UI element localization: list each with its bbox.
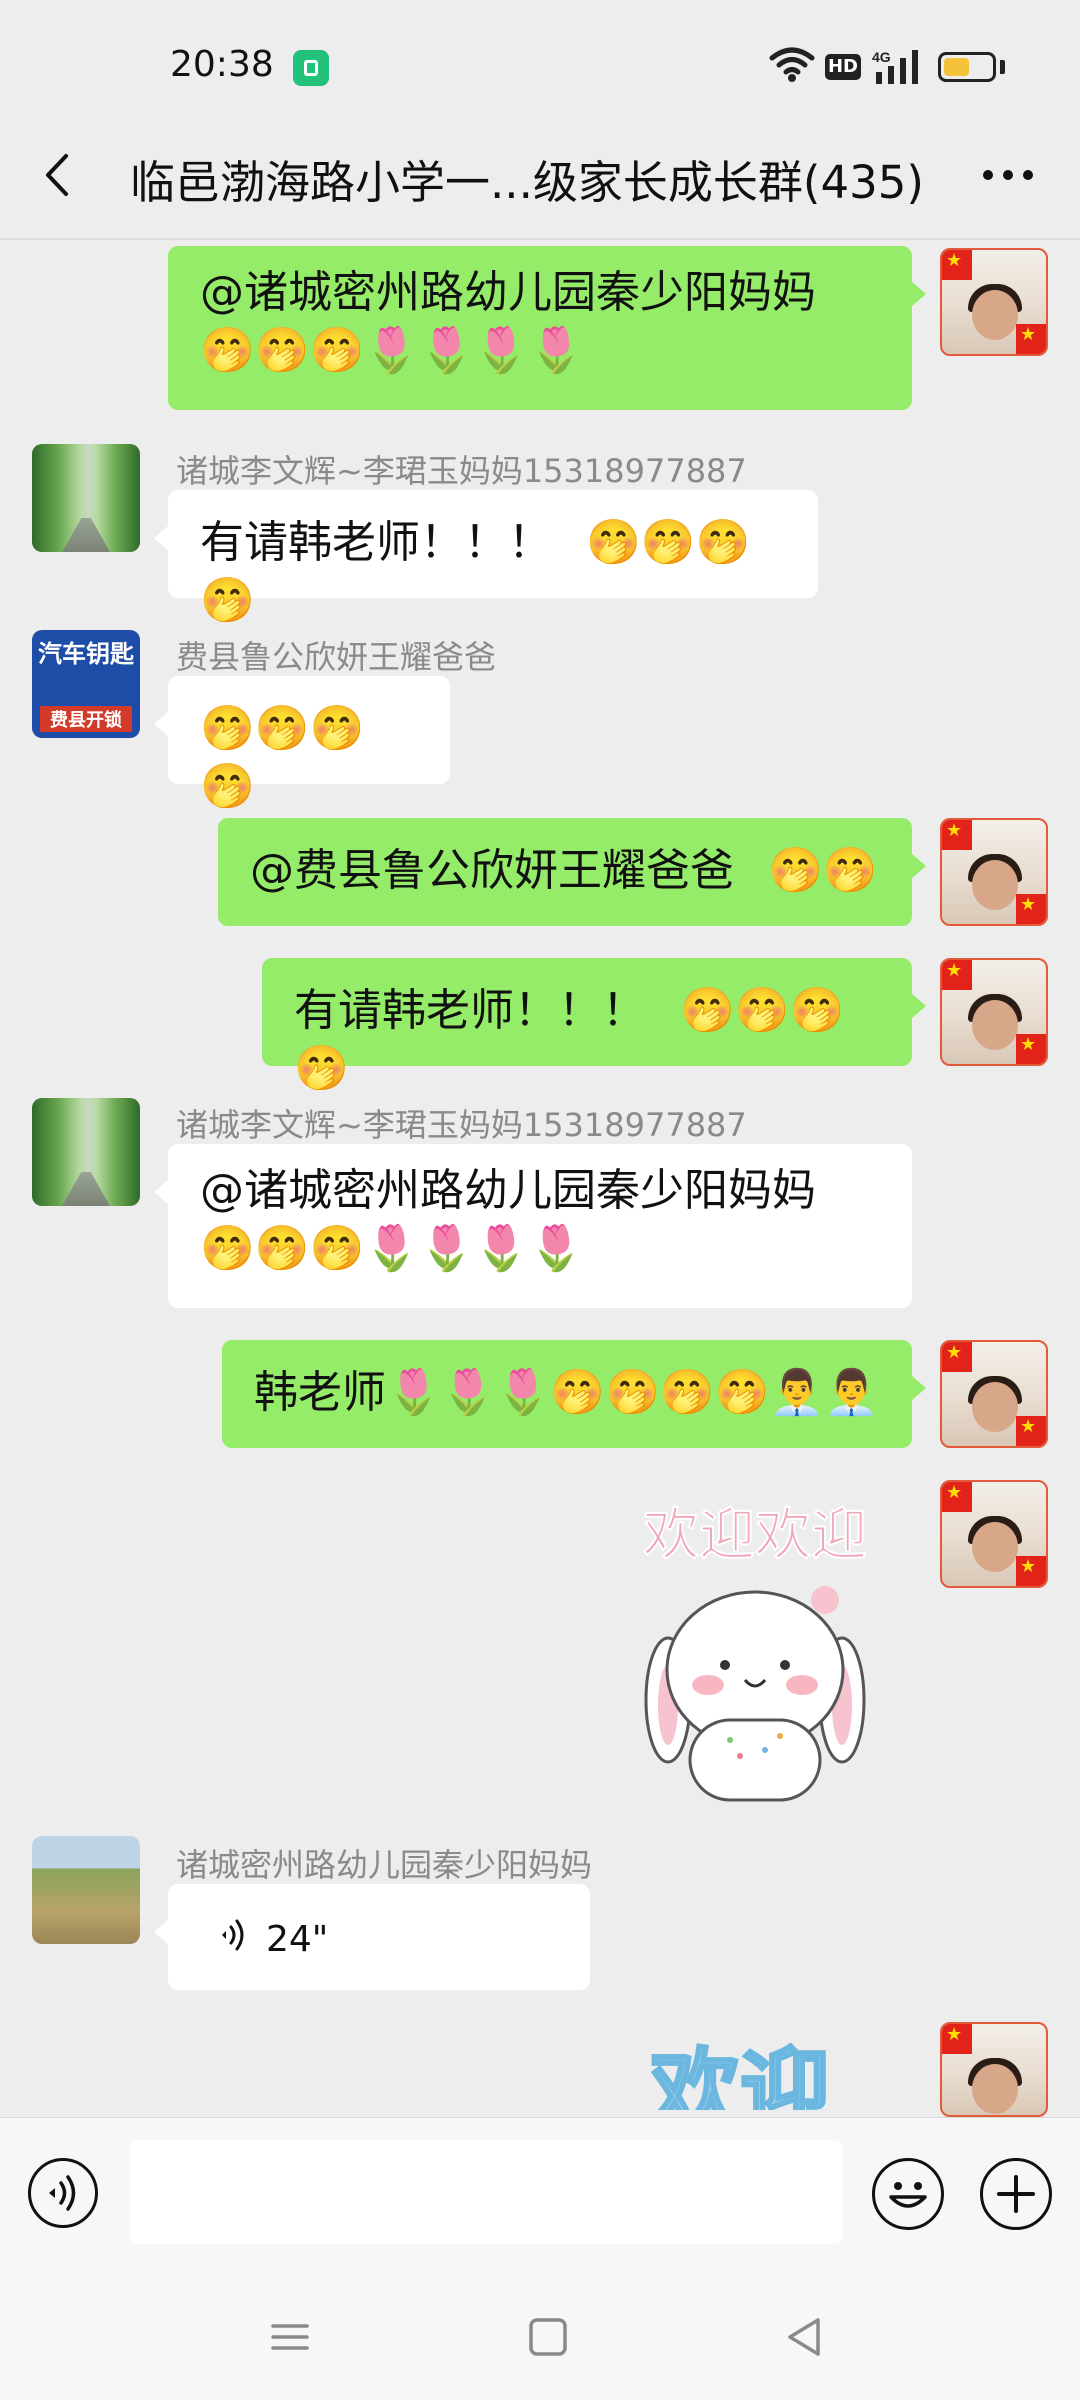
incoming-message-bubble[interactable]: @诸城密州路幼儿园秦少阳妈妈 🤭🤭🤭🌷🌷🌷🌷: [154, 1144, 912, 1308]
battery-tip: [1000, 60, 1005, 74]
outgoing-message-bubble[interactable]: @诸城密州路幼儿园秦少阳妈妈 🤭🤭🤭🌷🌷🌷🌷: [168, 246, 926, 410]
avatar-text: 汽车钥匙: [38, 640, 134, 668]
voice-message-bubble[interactable]: 24": [154, 1884, 590, 1990]
message-emoji: 🤭🤭🤭🤭: [200, 703, 365, 812]
wifi-icon: [769, 47, 815, 82]
chevron-left-icon[interactable]: [36, 150, 86, 200]
hd-icon: HD: [825, 54, 861, 80]
outgoing-message-bubble[interactable]: @费县鲁公欣妍王耀爸爸 🤭🤭: [218, 818, 926, 926]
message-emoji-line: 🤭🤭🤭🌷🌷🌷🌷: [200, 325, 584, 376]
avatar[interactable]: [32, 444, 140, 552]
status-time: 20:38: [170, 44, 274, 85]
battery-level: [944, 58, 970, 76]
avatar[interactable]: [940, 818, 1048, 926]
home-icon[interactable]: [523, 2312, 573, 2362]
message-text: 有请韩老师！！！: [200, 517, 552, 568]
signal-icon: 4G: [872, 49, 918, 84]
message-emoji-line: 🤭🤭🤭🌷🌷🌷🌷: [200, 1223, 584, 1274]
message-text: @诸城密州路幼儿园秦少阳妈妈: [200, 1165, 816, 1216]
plus-icon: [997, 2175, 1035, 2213]
message-text: @诸城密州路幼儿园秦少阳妈妈: [200, 267, 816, 318]
menu-icon[interactable]: [265, 2312, 315, 2362]
voice-input-button[interactable]: [28, 2158, 98, 2228]
sticker-text: 欢迎: [649, 2039, 830, 2110]
welcome-sticker[interactable]: 欢迎: [580, 2030, 880, 2111]
sender-name: 诸城李文辉~李珺玉妈妈15318977887: [176, 1106, 747, 1144]
more-icon[interactable]: [978, 150, 1038, 200]
message-text: 韩老师: [254, 1367, 386, 1418]
voice-wave-icon: [222, 1919, 244, 1951]
avatar[interactable]: [940, 2022, 1048, 2117]
app-notification-icon: [293, 50, 329, 86]
incoming-message-bubble[interactable]: 🤭🤭🤭🤭: [154, 676, 450, 812]
sender-name: 费县鲁公欣妍王耀爸爸: [176, 638, 497, 676]
emoji-button[interactable]: [872, 2158, 944, 2230]
avatar[interactable]: [32, 1098, 140, 1206]
voice-input-icon: [49, 2175, 76, 2211]
sender-name: 诸城李文辉~李珺玉妈妈15318977887: [176, 452, 747, 490]
avatar[interactable]: [940, 1340, 1048, 1448]
outgoing-message-bubble[interactable]: 韩老师🌷🌷🌷🤭🤭🤭🤭👨‍💼👨‍💼: [222, 1340, 926, 1448]
emoji-icon: [889, 2182, 927, 2208]
avatar[interactable]: [32, 1836, 140, 1944]
outgoing-message-bubble[interactable]: 有请韩老师！！！ 🤭🤭🤭🤭: [262, 958, 926, 1094]
message-text: 有请韩老师！！！: [294, 985, 646, 1036]
avatar[interactable]: [940, 958, 1048, 1066]
message-input[interactable]: [130, 2140, 842, 2244]
chat-title: 临邑渤海路小学一...级家长成长群(435): [130, 156, 924, 209]
avatar[interactable]: [940, 1480, 1048, 1588]
network-label: 4G: [872, 49, 891, 65]
welcome-rabbit-sticker[interactable]: 欢迎欢迎: [620, 1500, 890, 1810]
sender-name: 诸城密州路幼儿园秦少阳妈妈: [176, 1846, 593, 1884]
header-divider: [0, 238, 1080, 240]
sticker-text: 欢迎欢迎: [643, 1503, 867, 1568]
message-text: @费县鲁公欣妍王耀爸爸: [250, 845, 734, 896]
battery-icon: [938, 52, 996, 82]
message-emoji: 🤭🤭: [768, 845, 878, 896]
message-emoji: 🌷🌷🌷🤭🤭🤭🤭👨‍💼👨‍💼: [386, 1367, 880, 1418]
incoming-message-bubble[interactable]: 有请韩老师！！！ 🤭🤭🤭🤭: [154, 490, 818, 626]
avatar[interactable]: [940, 248, 1048, 356]
avatar[interactable]: 汽车钥匙 费县开锁: [32, 630, 140, 738]
back-triangle-icon[interactable]: [780, 2312, 830, 2362]
more-actions-button[interactable]: [980, 2158, 1052, 2230]
avatar-text: 费县开锁: [40, 706, 132, 732]
voice-duration: 24": [266, 1919, 329, 1960]
